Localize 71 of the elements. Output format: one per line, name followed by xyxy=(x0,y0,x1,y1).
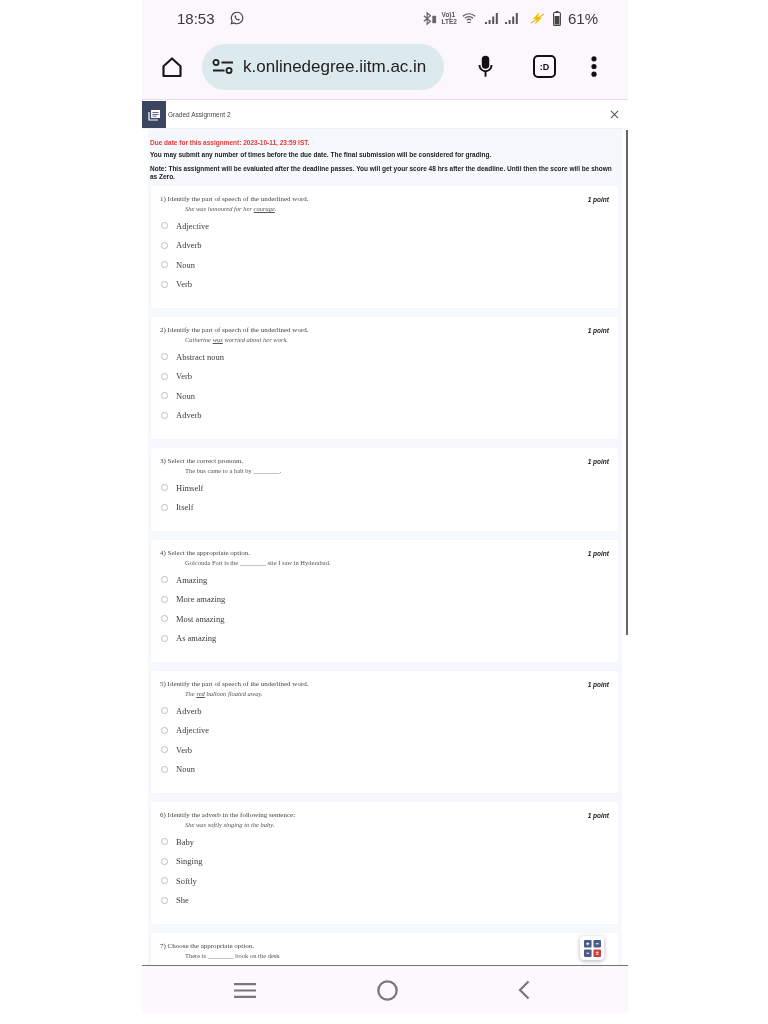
menu-icon xyxy=(234,982,256,998)
answer-option[interactable]: Verb xyxy=(161,279,193,290)
answer-option[interactable]: Noun xyxy=(161,390,195,401)
answer-option[interactable]: Adjective xyxy=(161,220,210,231)
tab-switcher-button[interactable]: :D xyxy=(533,55,556,78)
wifi-icon xyxy=(461,12,476,24)
radio-button[interactable] xyxy=(161,634,168,642)
answer-option[interactable]: Himself xyxy=(161,482,204,493)
more-icon xyxy=(591,56,597,77)
answer-option[interactable]: As amazing xyxy=(161,633,217,644)
battery-icon xyxy=(552,10,561,26)
answer-option[interactable]: Singing xyxy=(161,856,203,867)
answer-option[interactable]: She xyxy=(161,895,189,906)
radio-button[interactable] xyxy=(161,765,168,773)
microphone-icon xyxy=(478,55,493,78)
home-nav-button[interactable] xyxy=(376,979,398,1001)
scrollbar-thumb[interactable] xyxy=(625,130,628,635)
voice-search-button[interactable] xyxy=(478,55,493,78)
circle-icon xyxy=(376,979,398,1001)
answer-option[interactable]: Noun xyxy=(161,764,195,775)
answer-option[interactable]: Adverb xyxy=(161,410,202,421)
radio-button[interactable] xyxy=(161,576,168,584)
answer-option[interactable]: Verb xyxy=(161,744,193,755)
radio-button[interactable] xyxy=(161,877,168,885)
chat-bubble-icon xyxy=(229,11,244,25)
signal-icon xyxy=(484,12,498,24)
close-button[interactable] xyxy=(610,109,619,119)
menu-button[interactable] xyxy=(591,56,597,77)
battery-percentage: 61% xyxy=(567,9,598,27)
radio-button[interactable] xyxy=(161,595,168,603)
calculator-icon xyxy=(583,939,601,957)
radio-button[interactable] xyxy=(161,280,168,288)
radio-button[interactable] xyxy=(161,615,168,623)
radio-button[interactable] xyxy=(161,261,168,269)
radio-button[interactable] xyxy=(161,746,168,754)
radio-button[interactable] xyxy=(161,392,168,400)
radio-button[interactable] xyxy=(161,726,168,734)
radio-button[interactable] xyxy=(161,372,168,380)
sliders-icon xyxy=(212,59,234,74)
answer-option[interactable]: Adverb xyxy=(161,240,202,251)
recent-apps-button[interactable] xyxy=(234,982,256,998)
lightning-icon xyxy=(529,11,545,25)
radio-button[interactable] xyxy=(161,411,168,419)
radio-button[interactable] xyxy=(161,857,168,865)
radio-button[interactable] xyxy=(161,838,168,846)
answer-option[interactable]: Adverb xyxy=(161,705,202,716)
calculator-button[interactable] xyxy=(580,936,604,960)
answer-option[interactable]: Abstract noun xyxy=(161,351,224,362)
answer-option[interactable]: More amazing xyxy=(161,594,226,605)
back-button[interactable] xyxy=(518,980,530,1000)
answer-option[interactable]: Adjective xyxy=(161,725,210,736)
radio-button[interactable] xyxy=(161,222,168,230)
signal-icon xyxy=(504,12,518,24)
radio-button[interactable] xyxy=(161,896,168,904)
radio-button[interactable] xyxy=(161,503,168,511)
radio-button[interactable] xyxy=(161,241,168,249)
answer-option[interactable]: Softly xyxy=(161,875,197,886)
address-bar[interactable]: k.onlinedegree.iitm.ac.in xyxy=(202,43,444,90)
radio-button[interactable] xyxy=(161,484,168,492)
bluetooth-icon xyxy=(421,10,437,26)
radio-button[interactable] xyxy=(161,353,168,361)
status-time: 18:53 xyxy=(177,9,215,27)
answer-option[interactable]: Noun xyxy=(161,259,195,270)
answer-option[interactable]: Amazing xyxy=(161,574,208,585)
close-icon xyxy=(610,109,619,119)
answer-option[interactable]: Verb xyxy=(161,371,193,382)
back-icon xyxy=(518,980,530,1000)
answer-option[interactable]: Baby xyxy=(161,836,194,847)
answer-option[interactable]: Itself xyxy=(161,502,194,513)
answer-option[interactable]: Most amazing xyxy=(161,613,225,624)
radio-button[interactable] xyxy=(161,707,168,715)
